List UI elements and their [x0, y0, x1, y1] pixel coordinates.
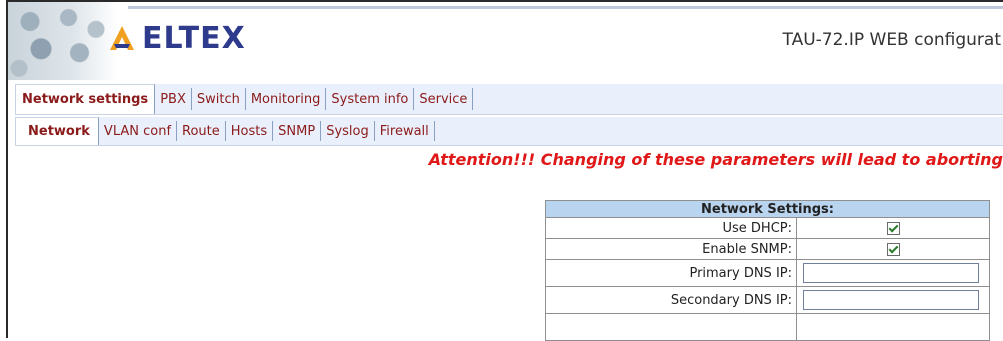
- subtab-hosts[interactable]: Hosts: [226, 121, 274, 141]
- table-row: Primary DNS IP:: [545, 259, 990, 287]
- tab-network-settings[interactable]: Network settings: [15, 84, 156, 114]
- tab-monitoring[interactable]: Monitoring: [246, 88, 327, 110]
- subtab-network[interactable]: Network: [15, 117, 99, 145]
- subtab-snmp[interactable]: SNMP: [273, 121, 322, 141]
- subtab-route[interactable]: Route: [177, 121, 226, 141]
- tab-switch[interactable]: Switch: [192, 88, 246, 110]
- secondary-dns-label: Secondary DNS IP:: [545, 286, 797, 314]
- page-title: TAU-72.IP WEB configurat: [782, 30, 1001, 50]
- secondary-dns-input[interactable]: [803, 290, 979, 310]
- enable-snmp-checkbox[interactable]: [886, 242, 900, 256]
- header-divider: [128, 6, 1003, 9]
- use-dhcp-cell: [796, 217, 990, 239]
- use-dhcp-checkbox[interactable]: [886, 221, 900, 235]
- app-header: ELTEX TAU-72.IP WEB configurat: [8, 2, 1003, 80]
- table-row: Use DHCP:: [545, 217, 990, 239]
- enable-snmp-label: Enable SNMP:: [545, 238, 797, 260]
- settings-table-header: Network Settings:: [545, 200, 990, 218]
- tab-service[interactable]: Service: [414, 88, 474, 110]
- eltex-logo: ELTEX: [108, 20, 246, 56]
- subtab-vlan-conf[interactable]: VLAN conf: [99, 121, 178, 141]
- sub-tab-bar: Network VLAN conf Route Hosts SNMP Syslo…: [15, 117, 1003, 146]
- main-tab-bar: Network settings PBX Switch Monitoring S…: [15, 84, 1003, 115]
- primary-dns-label: Primary DNS IP:: [545, 259, 797, 287]
- logo-text: ELTEX: [142, 20, 246, 56]
- secondary-dns-cell: [796, 286, 990, 314]
- table-row: [545, 313, 990, 341]
- attention-warning: Attention!!! Changing of these parameter…: [428, 150, 1003, 169]
- subtab-firewall[interactable]: Firewall: [375, 121, 435, 141]
- tab-pbx[interactable]: PBX: [155, 88, 192, 110]
- next-row-label: [545, 313, 797, 341]
- network-settings-table: Network Settings: Use DHCP: Enable SNMP:…: [545, 200, 990, 341]
- next-row-cell: [796, 313, 990, 341]
- tab-system-info[interactable]: System info: [326, 88, 415, 110]
- use-dhcp-label: Use DHCP:: [545, 217, 797, 239]
- subtab-syslog[interactable]: Syslog: [321, 121, 375, 141]
- table-row: Secondary DNS IP:: [545, 286, 990, 314]
- primary-dns-input[interactable]: [803, 263, 979, 283]
- eltex-logo-icon: [110, 26, 134, 50]
- enable-snmp-cell: [796, 238, 990, 260]
- table-row: Enable SNMP:: [545, 238, 990, 260]
- primary-dns-cell: [796, 259, 990, 287]
- header-decoration-image: [8, 2, 118, 80]
